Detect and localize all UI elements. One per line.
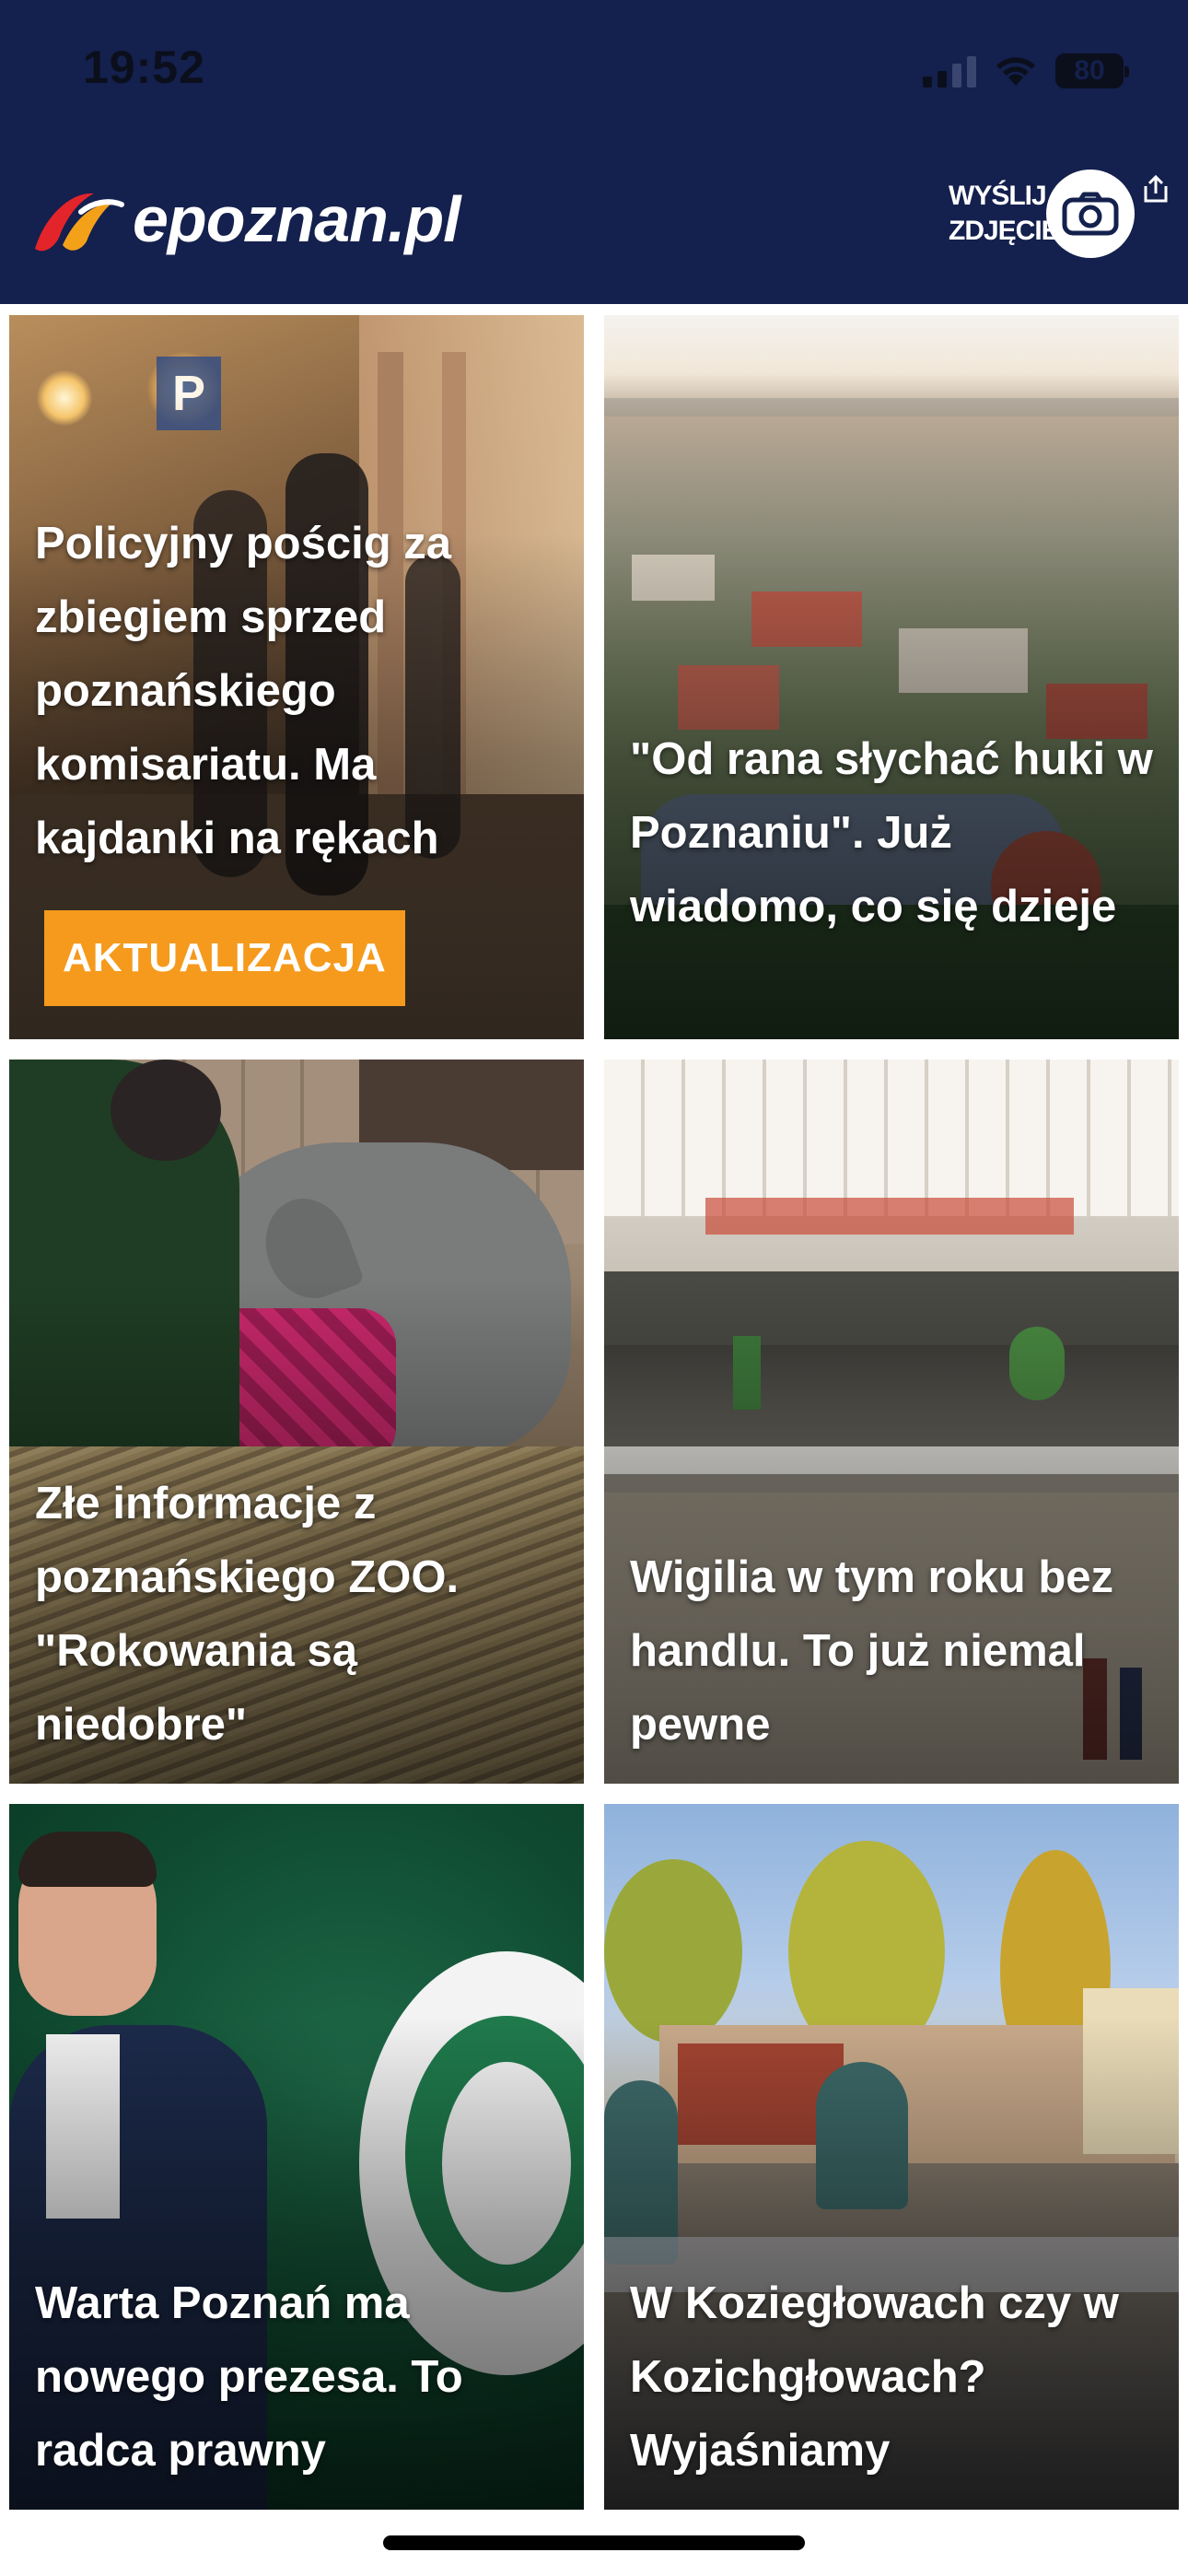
article-title: Złe informacje z poznańskiego ZOO. "Roko… (35, 1479, 460, 1750)
camera-icon[interactable] (1046, 170, 1135, 258)
home-indicator[interactable] (383, 2535, 805, 2550)
article-card-warta[interactable]: Warta Poznań ma nowego prezesa. To radca… (9, 1804, 584, 2510)
cellular-signal-icon (923, 54, 976, 88)
logo-mark-icon (35, 193, 124, 252)
send-photo-label-line1: WYŚLIJ (949, 181, 1047, 211)
article-card-christmas-eve[interactable]: Wigilia w tym roku bez handlu. To już ni… (604, 1060, 1179, 1784)
article-title: W Koziegłowach czy w Kozichgłowach? Wyja… (630, 2278, 1119, 2476)
send-photo-button[interactable]: WYŚLIJ ZDJĘCIE (949, 170, 1168, 258)
article-title: Policyjny pościg za zbiegiem sprzed pozn… (35, 519, 452, 863)
article-card-koziegłowy[interactable]: W Koziegłowach czy w Kozichgłowach? Wyja… (604, 1804, 1179, 2510)
send-photo-label: WYŚLIJ ZDJĘCIE (949, 179, 1060, 249)
article-title: Warta Poznań ma nowego prezesa. To radca… (35, 2278, 463, 2476)
article-title: "Od rana słychać huki w Poznaniu". Już w… (630, 734, 1153, 931)
article-card-city-noise[interactable]: "Od rana słychać huki w Poznaniu". Już w… (604, 315, 1179, 1039)
article-card-police-chase[interactable]: P Policyjny pościg za zbiegiem sprzed po… (9, 315, 584, 1039)
update-badge: AKTUALIZACJA (44, 910, 405, 1006)
article-title: Wigilia w tym roku bez handlu. To już ni… (630, 1552, 1114, 1750)
status-icons: 80 (923, 48, 1129, 94)
app-header: 19:52 80 epoznan.pl WYŚLIJ ZDJĘCIE (0, 0, 1188, 304)
logo-text: epoznan.pl (133, 183, 461, 255)
wifi-icon (995, 54, 1037, 88)
send-photo-label-line2: ZDJĘCIE (949, 216, 1060, 246)
share-icon[interactable] (1140, 173, 1171, 205)
battery-icon: 80 (1055, 53, 1129, 88)
article-card-zoo[interactable]: Złe informacje z poznańskiego ZOO. "Roko… (9, 1060, 584, 1784)
battery-level: 80 (1074, 55, 1105, 86)
epoznan-logo[interactable]: epoznan.pl (26, 181, 461, 258)
status-time: 19:52 (83, 41, 205, 93)
